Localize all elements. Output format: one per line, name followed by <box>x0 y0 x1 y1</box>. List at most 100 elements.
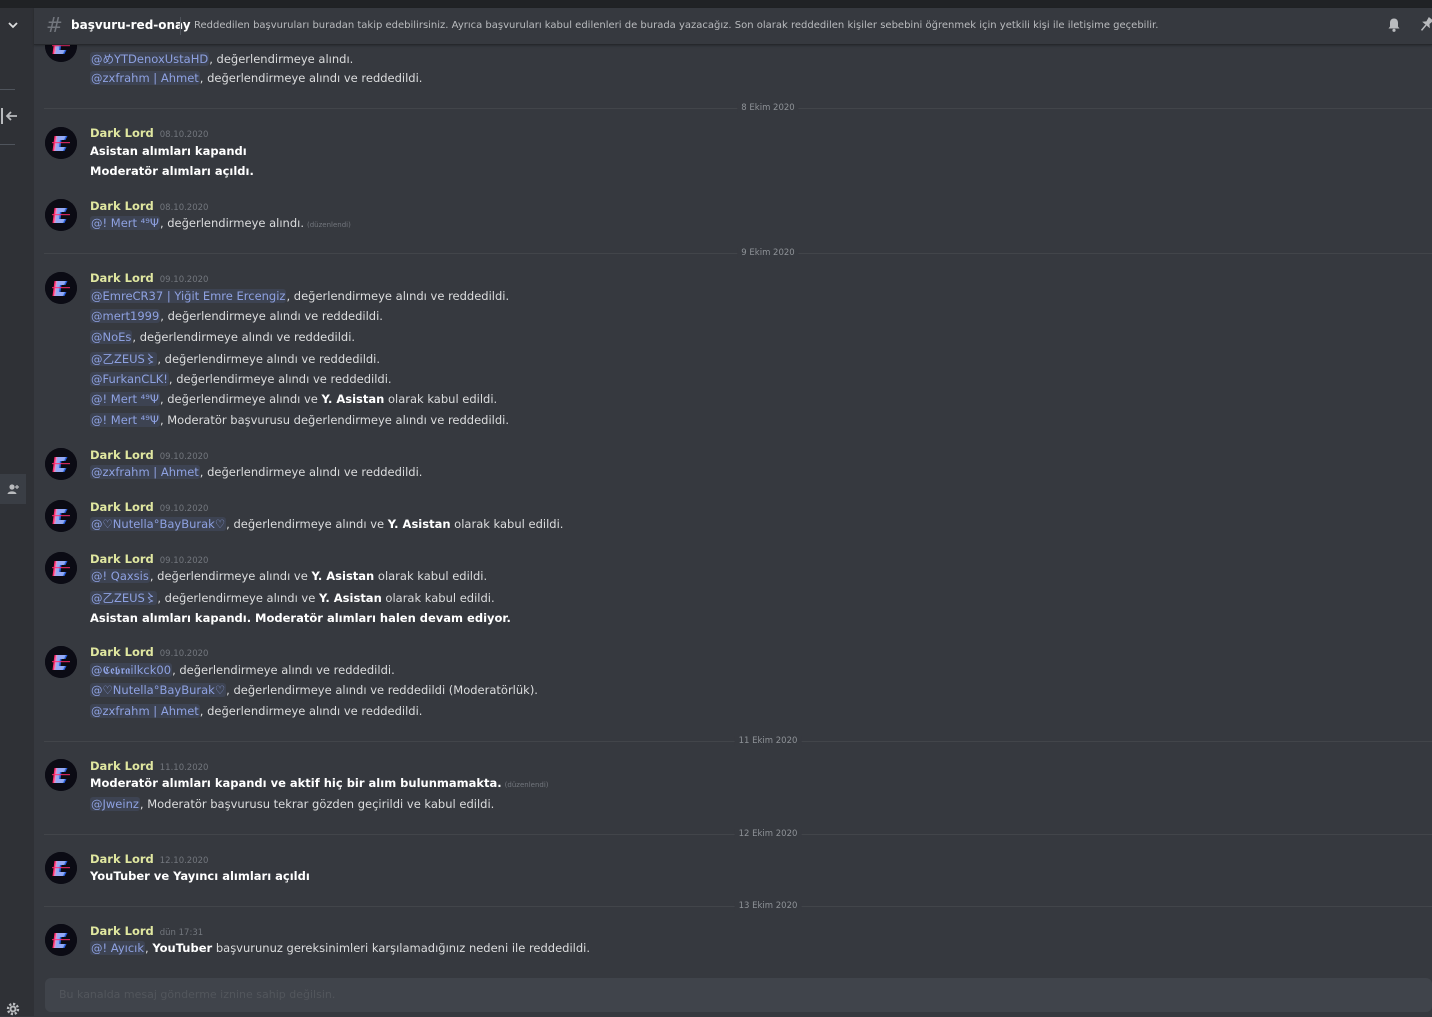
message-header: Dark Lord 11.10.2020 <box>90 759 208 773</box>
user-mention[interactable]: @! Qaxsis <box>90 569 150 583</box>
message-line: @𝕮𝖊𝖇𝖗𝖆ilkck00, değerlendirmeye alındı ve… <box>90 663 395 678</box>
message-line: @! Mert ⁴⁹Ψ, değerlendirmeye alındı ve Y… <box>90 392 497 406</box>
date-divider-label: 12 Ekim 2020 <box>734 829 802 839</box>
arrow-left-icon[interactable] <box>0 106 24 126</box>
author-name[interactable]: Dark Lord <box>90 126 154 140</box>
user-mention[interactable]: @Jweinz <box>90 797 140 811</box>
user-mention[interactable]: @EmreCR37 | Yiğit Emre Ercengiz <box>90 289 287 303</box>
message-text: , değerlendirmeye alındı ve reddedildi. <box>199 71 423 85</box>
message-line: @乙ZEUS〻, değerlendirmeye alındı ve Y. As… <box>90 590 495 606</box>
pin-icon[interactable] <box>1418 16 1432 34</box>
user-mention[interactable]: @! Mert ⁴⁹Ψ <box>90 392 160 406</box>
user-mention[interactable]: @めYTDenoxUstaHD <box>90 52 210 66</box>
message-header: Dark Lord 09.10.2020 <box>90 271 208 285</box>
message-text: Asistan alımları kapandı <box>90 144 247 158</box>
avatar[interactable] <box>45 924 77 956</box>
author-name[interactable]: Dark Lord <box>90 852 154 866</box>
avatar-logo-icon <box>45 199 77 231</box>
gear-icon[interactable] <box>5 1001 21 1017</box>
user-mention[interactable]: @乙ZEUS〻 <box>90 591 158 605</box>
user-mention[interactable]: @! Mert ⁴⁹Ψ <box>90 413 160 427</box>
avatar[interactable] <box>45 759 77 791</box>
author-name[interactable]: Dark Lord <box>90 271 154 285</box>
message-text: , değerlendirmeye alındı ve <box>159 392 322 406</box>
message-text: , değerlendirmeye alındı. <box>209 52 354 66</box>
user-mention[interactable]: @NoEs <box>90 330 133 344</box>
message-text: Asistan alımları kapandı. Moderatör alım… <box>90 611 511 625</box>
message-header: Dark Lord 09.10.2020 <box>90 645 208 659</box>
message-text: , Moderatör başvurusu tekrar gözden geçi… <box>139 797 495 811</box>
user-mention[interactable]: @𝕮𝖊𝖇𝖗𝖆ilkck00 <box>90 663 173 677</box>
header-divider <box>180 17 181 35</box>
member-list-toggle[interactable] <box>0 474 26 504</box>
message-line: @Jweinz, Moderatör başvurusu tekrar gözd… <box>90 797 494 811</box>
message-text: YouTuber ve Yayıncı alımları açıldı <box>90 869 310 883</box>
timestamp: dün 17:31 <box>159 928 204 938</box>
channel-topic[interactable]: Reddedilen başvuruları buradan takip ede… <box>194 20 1158 31</box>
message-text: , değerlendirmeye alındı ve reddedildi. <box>157 352 381 366</box>
timestamp: 09.10.2020 <box>159 649 209 659</box>
avatar[interactable] <box>45 199 77 231</box>
message-header: Dark Lord 09.10.2020 <box>90 552 208 566</box>
author-name[interactable]: Dark Lord <box>90 759 154 773</box>
user-mention[interactable]: @mert1999 <box>90 309 161 323</box>
message-line: Moderatör alımları kapandı ve aktif hiç … <box>90 776 549 790</box>
user-mention[interactable]: @zxfrahm | Ahmet <box>90 704 200 718</box>
message-text: , Moderatör başvurusu değerlendirmeye al… <box>159 413 510 427</box>
avatar[interactable] <box>45 852 77 884</box>
message-text: , değerlendirmeye alındı ve reddedildi. <box>286 289 510 303</box>
role-name: YouTuber <box>152 941 213 955</box>
message-header: Dark Lord 12.10.2020 <box>90 852 208 866</box>
message-text: , değerlendirmeye alındı ve <box>157 591 319 605</box>
user-mention[interactable]: @♡Nutella°BayBurak♡ <box>90 517 227 531</box>
message-input-disabled: Bu kanalda mesaj gönderme iznine sahip d… <box>45 978 1432 1012</box>
avatar-logo-icon <box>45 759 77 791</box>
avatar[interactable] <box>45 272 77 304</box>
user-mention[interactable]: @乙ZEUS〻 <box>90 352 158 366</box>
avatar[interactable] <box>45 646 77 678</box>
person-add-icon <box>7 484 19 494</box>
user-mention[interactable]: @zxfrahm | Ahmet <box>90 465 200 479</box>
avatar[interactable] <box>45 127 77 159</box>
author-name[interactable]: Dark Lord <box>90 924 154 938</box>
author-name[interactable]: Dark Lord <box>90 500 154 514</box>
sidebar-divider <box>0 89 15 90</box>
message-text: , değerlendirmeye alındı ve <box>226 517 388 531</box>
author-name[interactable]: Dark Lord <box>90 448 154 462</box>
role-name: Y. Asistan <box>321 392 385 406</box>
user-mention[interactable]: @♡Nutella°BayBurak♡ <box>90 683 227 697</box>
message-text: başvurunuz gereksinimleri karşılamadığın… <box>212 941 591 955</box>
message-text: olarak kabul edildi. <box>450 517 564 531</box>
avatar[interactable] <box>45 552 77 584</box>
message-line: @♡Nutella°BayBurak♡, değerlendirmeye alı… <box>90 517 563 531</box>
message-text: , değerlendirmeye alındı ve reddedildi. <box>199 704 423 718</box>
avatar[interactable] <box>45 500 77 532</box>
avatar-logo-icon <box>45 852 77 884</box>
user-mention[interactable]: @! Mert ⁴⁹Ψ <box>90 216 160 230</box>
message-text: , değerlendirmeye alındı ve reddedildi. <box>199 465 423 479</box>
avatar[interactable] <box>45 448 77 480</box>
timestamp: 09.10.2020 <box>159 275 209 285</box>
message-line: @FurkanCLK!, değerlendirmeye alındı ve r… <box>90 372 392 386</box>
avatar-logo-icon <box>45 127 77 159</box>
author-name[interactable]: Dark Lord <box>90 645 154 659</box>
user-mention[interactable]: @zxfrahm | Ahmet <box>90 71 200 85</box>
sidebar-divider <box>0 144 15 145</box>
chevron-down-icon[interactable] <box>6 18 20 32</box>
user-mention[interactable]: @! Ayıcık <box>90 941 146 955</box>
bell-icon[interactable] <box>1386 17 1402 33</box>
edited-marker: (düzenlendi) <box>504 781 549 789</box>
message-line: @! Qaxsis, değerlendirmeye alındı ve Y. … <box>90 569 487 583</box>
author-name[interactable]: Dark Lord <box>90 552 154 566</box>
role-name: Y. Asistan <box>318 591 382 605</box>
avatar-logo-icon <box>45 552 77 584</box>
message-line: @zxfrahm | Ahmet, değerlendirmeye alındı… <box>90 704 422 718</box>
input-placeholder: Bu kanalda mesaj gönderme iznine sahip d… <box>59 988 336 1001</box>
author-name[interactable]: Dark Lord <box>90 199 154 213</box>
user-mention[interactable]: @FurkanCLK! <box>90 372 169 386</box>
message-text: olarak kabul edildi. <box>384 392 498 406</box>
avatar-logo-icon <box>45 924 77 956</box>
message-header: Dark Lord 09.10.2020 <box>90 448 208 462</box>
message-header: Dark Lord dün 17:31 <box>90 924 203 938</box>
message-header: Dark Lord 09.10.2020 <box>90 500 208 514</box>
